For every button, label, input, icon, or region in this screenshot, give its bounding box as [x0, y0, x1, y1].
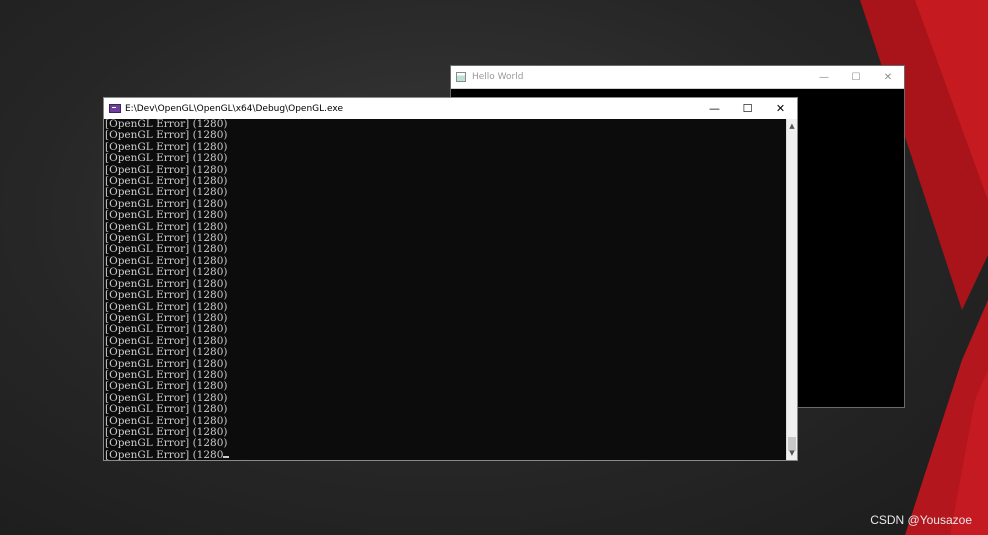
close-button[interactable]: ✕ [872, 72, 904, 83]
maximize-button[interactable]: ☐ [840, 72, 872, 83]
console-last-line: [OpenGL Error] (1280 [104, 448, 788, 460]
vertical-scrollbar[interactable]: ▲ ▼ [786, 119, 797, 460]
maximize-button[interactable]: ☐ [731, 102, 764, 115]
console-line: [OpenGL Error] (1280) [105, 346, 228, 359]
console-line: [OpenGL Error] (1280) [105, 209, 228, 222]
console-app-icon [109, 104, 121, 113]
minimize-button[interactable]: — [698, 102, 731, 115]
hello-world-title: Hello World [472, 72, 524, 82]
console-title: E:\Dev\OpenGL\OpenGL\x64\Debug\OpenGL.ex… [125, 103, 343, 114]
console-line: [OpenGL Error] (1280) [105, 152, 228, 165]
console-output[interactable]: [OpenGL Error] (1280) [OpenGL Error] (128… [104, 119, 788, 460]
console-titlebar[interactable]: E:\Dev\OpenGL\OpenGL\x64\Debug\OpenGL.ex… [104, 98, 797, 119]
console-line: [OpenGL Error] (1280) [105, 266, 228, 279]
console-window[interactable]: E:\Dev\OpenGL\OpenGL\x64\Debug\OpenGL.ex… [103, 97, 798, 461]
text-cursor [223, 455, 230, 458]
close-button[interactable]: ✕ [764, 102, 797, 115]
console-line: [OpenGL Error] (1280) [105, 289, 228, 302]
console-line: [OpenGL Error] (1280) [105, 323, 228, 336]
watermark: CSDN @Yousazoe [870, 513, 972, 527]
scroll-up-icon[interactable]: ▲ [787, 119, 797, 133]
scroll-down-icon[interactable]: ▼ [787, 446, 797, 460]
console-line: [OpenGL Error] (1280) [105, 403, 228, 416]
hello-world-titlebar[interactable]: Hello World — ☐ ✕ [451, 66, 904, 89]
console-last-line-text: [OpenGL Error] (1280 [105, 448, 224, 460]
minimize-button[interactable]: — [808, 72, 840, 83]
window-app-icon [456, 72, 466, 82]
